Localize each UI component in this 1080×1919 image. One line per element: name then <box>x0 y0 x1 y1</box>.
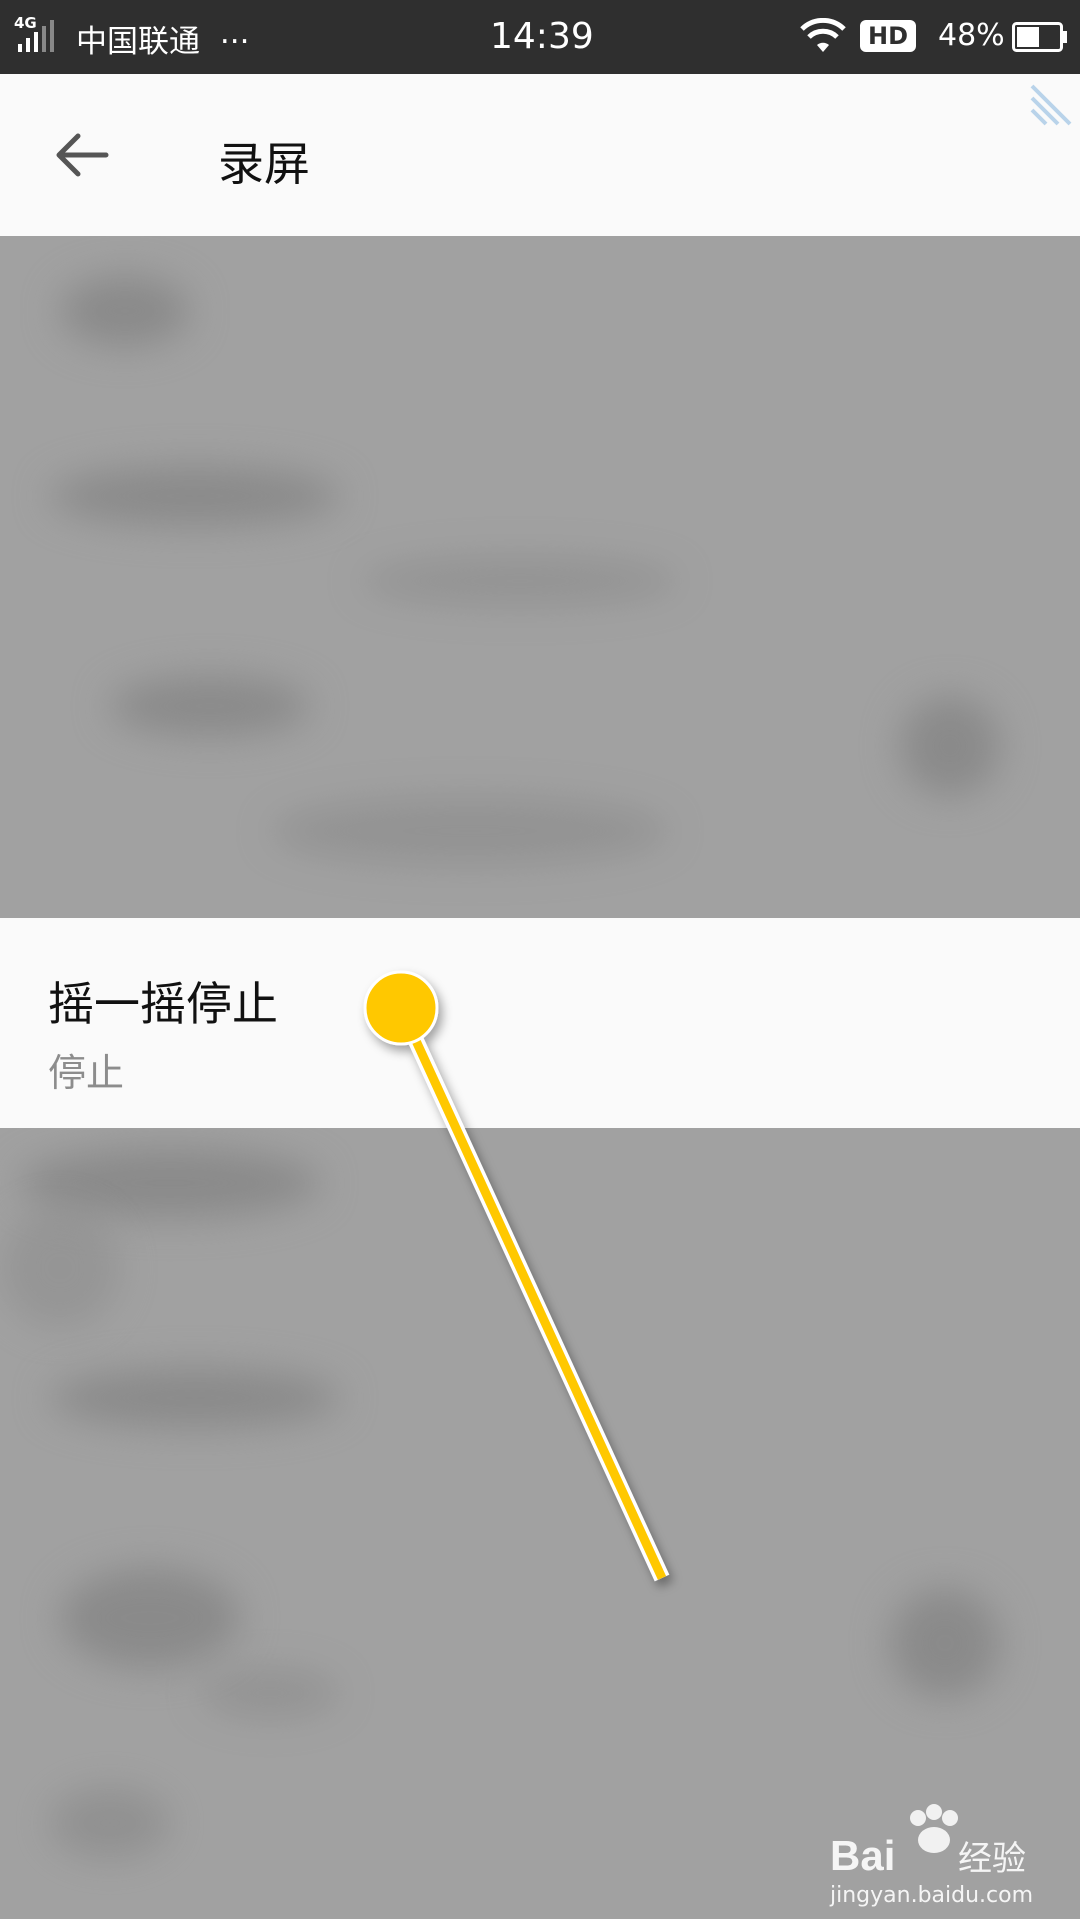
carrier-text: 中国联通 <box>76 24 200 60</box>
blurred-item <box>50 1368 340 1428</box>
hd-badge: HD <box>860 20 916 52</box>
back-arrow-icon[interactable] <box>52 128 112 182</box>
blurred-item <box>900 696 1000 796</box>
blurred-item <box>890 1588 1000 1698</box>
blurred-item <box>270 796 670 866</box>
blurred-item <box>60 276 190 346</box>
shake-to-stop-setting[interactable]: 摇一摇停止 停止 <box>0 918 1080 1128</box>
page-title: 录屏 <box>218 137 310 191</box>
clock: 14:39 <box>490 16 594 57</box>
blurred-item <box>360 556 680 606</box>
svg-text:Bai: Bai <box>830 1832 895 1879</box>
svg-text:jingyan.baidu.com: jingyan.baidu.com <box>829 1883 1033 1908</box>
battery-icon <box>1012 22 1067 52</box>
app-bar: 录屏 <box>0 74 1080 236</box>
dimmed-content-top <box>0 236 1080 918</box>
corner-stripe-icon <box>1030 84 1072 126</box>
wifi-icon <box>800 18 846 52</box>
baidu-jingyan-watermark: Bai 经验 jingyan.baidu.com <box>826 1800 1056 1910</box>
blurred-item <box>60 1568 240 1668</box>
blurred-item <box>200 1668 340 1718</box>
blurred-item <box>0 1208 120 1328</box>
blurred-item <box>50 466 340 526</box>
carrier-name: 中国联通 ··· <box>76 16 249 61</box>
signal-icon: 4G <box>14 14 60 54</box>
blurred-item <box>110 676 310 736</box>
blurred-item <box>50 1788 170 1858</box>
battery-percent: 48% <box>938 18 1005 53</box>
notification-overflow: ··· <box>219 24 250 60</box>
network-type: 4G <box>14 14 37 32</box>
svg-text:经验: 经验 <box>958 1839 1026 1879</box>
status-bar: 4G 中国联通 ··· 14:39 HD 48% <box>0 0 1080 74</box>
setting-title: 摇一摇停止 <box>48 977 278 1031</box>
setting-value: 停止 <box>48 1051 125 1095</box>
